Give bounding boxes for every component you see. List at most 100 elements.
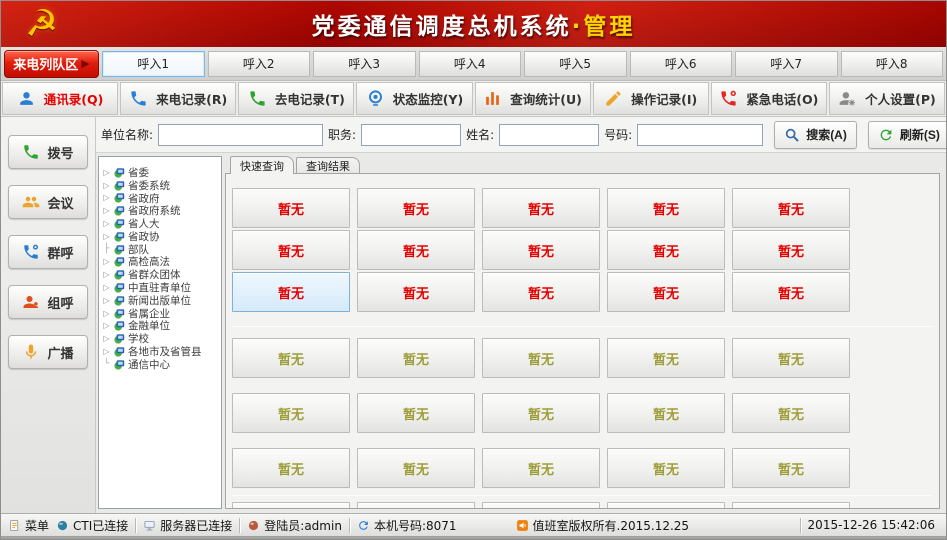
group-call-button[interactable]: 群呼 [8, 235, 88, 269]
status-local-number: 本机号码:8071 [357, 517, 457, 534]
queue-tab-1[interactable]: 呼入1 [102, 51, 205, 77]
grid-row: 暂无暂无暂无暂无暂无 [232, 230, 939, 270]
contact-cell[interactable]: 暂无 [232, 338, 350, 378]
contact-cell[interactable] [732, 502, 850, 509]
contact-cell[interactable]: 暂无 [732, 448, 850, 488]
expand-arrow-icon[interactable]: ▷ [102, 334, 111, 343]
contact-cell[interactable]: 暂无 [482, 188, 600, 228]
expand-arrow-icon[interactable]: ▷ [102, 321, 111, 330]
title-separator: · [572, 14, 584, 40]
expand-arrow-icon[interactable]: ▷ [102, 193, 111, 202]
outgoing-call-button[interactable]: 去电记录(T) [238, 82, 354, 115]
tree-item[interactable]: └通信中心 [102, 358, 221, 371]
team-call-icon [22, 293, 40, 311]
org-node-icon [114, 256, 125, 267]
contact-cell[interactable]: 暂无 [607, 393, 725, 433]
contact-cell[interactable]: 暂无 [232, 272, 350, 312]
team-call-button[interactable]: 组呼 [8, 285, 88, 319]
expand-arrow-icon[interactable]: ▷ [102, 206, 111, 215]
tab-query-result[interactable]: 查询结果 [296, 157, 360, 174]
expand-arrow-icon[interactable]: ▷ [102, 309, 111, 318]
queue-tab-5[interactable]: 呼入5 [524, 51, 627, 77]
unit-name-input[interactable] [158, 124, 323, 146]
expand-arrow-icon[interactable]: ▷ [102, 168, 111, 177]
expand-arrow-icon[interactable]: ▷ [102, 219, 111, 228]
contact-cell[interactable]: 暂无 [357, 448, 475, 488]
contact-cell[interactable]: 暂无 [357, 188, 475, 228]
contact-cell[interactable]: 暂无 [732, 338, 850, 378]
status-monitor-button[interactable]: 状态监控(Y) [356, 82, 472, 115]
number-input[interactable] [637, 124, 763, 146]
contact-cell[interactable]: 暂无 [482, 230, 600, 270]
emergency-phone-button[interactable]: 紧急电话(O) [711, 82, 827, 115]
contact-cell[interactable]: 暂无 [232, 230, 350, 270]
refresh-button[interactable]: 刷新(S) [868, 121, 947, 149]
contact-cell[interactable]: 暂无 [732, 188, 850, 228]
contact-cell[interactable]: 暂无 [607, 272, 725, 312]
contact-cell[interactable]: 暂无 [607, 188, 725, 228]
contact-cell[interactable]: 暂无 [607, 338, 725, 378]
call-queue-label-text: 来电列队区 [13, 54, 78, 73]
contact-cell[interactable]: 暂无 [607, 448, 725, 488]
status-menu[interactable]: 菜单 [8, 517, 49, 534]
contact-cell[interactable]: 暂无 [482, 393, 600, 433]
duty-input[interactable] [361, 124, 461, 146]
query-panel: 快速查询查询结果 暂无暂无暂无暂无暂无暂无暂无暂无暂无暂无暂无暂无暂无暂无暂无暂… [225, 156, 940, 509]
contact-cell[interactable]: 暂无 [732, 272, 850, 312]
contact-cell[interactable]: 暂无 [607, 230, 725, 270]
personal-settings-button[interactable]: 个人设置(P) [829, 82, 945, 115]
tree-item[interactable]: ▷金融单位 [102, 320, 221, 333]
tree-item[interactable]: ▷省人大 [102, 217, 221, 230]
search-button[interactable]: 搜索(A) [774, 121, 857, 149]
stats-button[interactable]: 查询统计(U) [475, 82, 591, 115]
dial-button[interactable]: 拨号 [8, 135, 88, 169]
queue-tab-6[interactable]: 呼入6 [630, 51, 733, 77]
tree-item[interactable]: ▷省政协 [102, 230, 221, 243]
contact-cell[interactable]: 暂无 [357, 393, 475, 433]
tab-quick-query[interactable]: 快速查询 [230, 156, 294, 174]
person-name-input[interactable] [499, 124, 599, 146]
contact-cell[interactable]: 暂无 [732, 230, 850, 270]
contact-cell[interactable]: 暂无 [232, 188, 350, 228]
broadcast-button[interactable]: 广播 [8, 335, 88, 369]
query-tabs: 快速查询查询结果 [225, 156, 940, 174]
org-node-icon [114, 320, 125, 331]
contact-cell[interactable]: 暂无 [482, 448, 600, 488]
contact-cell[interactable]: 暂无 [482, 338, 600, 378]
queue-tab-2[interactable]: 呼入2 [208, 51, 311, 77]
expand-arrow-icon[interactable]: ▷ [102, 296, 111, 305]
tree-item[interactable]: ▷省政府系统 [102, 204, 221, 217]
queue-tab-4[interactable]: 呼入4 [419, 51, 522, 77]
queue-tab-3[interactable]: 呼入3 [313, 51, 416, 77]
contacts-icon [17, 89, 36, 108]
tree-item-label: 通信中心 [128, 357, 170, 372]
expand-arrow-icon[interactable]: ▷ [102, 181, 111, 190]
conference-icon [22, 193, 40, 211]
contact-cell[interactable]: 暂无 [482, 272, 600, 312]
clock: 2015-12-26 15:42:06 [808, 518, 935, 532]
expand-arrow-icon[interactable]: ▷ [102, 270, 111, 279]
contact-cell[interactable] [232, 502, 350, 509]
conference-button[interactable]: 会议 [8, 185, 88, 219]
contact-cell[interactable]: 暂无 [357, 230, 475, 270]
expand-arrow-icon[interactable]: ▷ [102, 257, 111, 266]
expand-arrow-icon[interactable]: ▷ [102, 347, 111, 356]
contact-cell[interactable]: 暂无 [232, 448, 350, 488]
contact-cell[interactable]: 暂无 [357, 338, 475, 378]
contact-cell[interactable]: 暂无 [232, 393, 350, 433]
call-queue-label[interactable]: 来电列队区 ▶ [4, 50, 99, 78]
incoming-call-button[interactable]: 来电记录(R) [120, 82, 236, 115]
contact-cell[interactable] [482, 502, 600, 509]
personal-settings-icon [838, 89, 857, 108]
contact-cell[interactable] [357, 502, 475, 509]
tree-item[interactable]: ▷省委系统 [102, 179, 221, 192]
contact-cell[interactable] [607, 502, 725, 509]
operation-log-button[interactable]: 操作记录(I) [593, 82, 709, 115]
expand-arrow-icon[interactable]: ▷ [102, 283, 111, 292]
queue-tab-8[interactable]: 呼入8 [841, 51, 944, 77]
expand-arrow-icon[interactable]: ▷ [102, 232, 111, 241]
contact-cell[interactable]: 暂无 [732, 393, 850, 433]
contact-cell[interactable]: 暂无 [357, 272, 475, 312]
queue-tab-7[interactable]: 呼入7 [735, 51, 838, 77]
contacts-button[interactable]: 通讯录(Q) [2, 82, 118, 115]
